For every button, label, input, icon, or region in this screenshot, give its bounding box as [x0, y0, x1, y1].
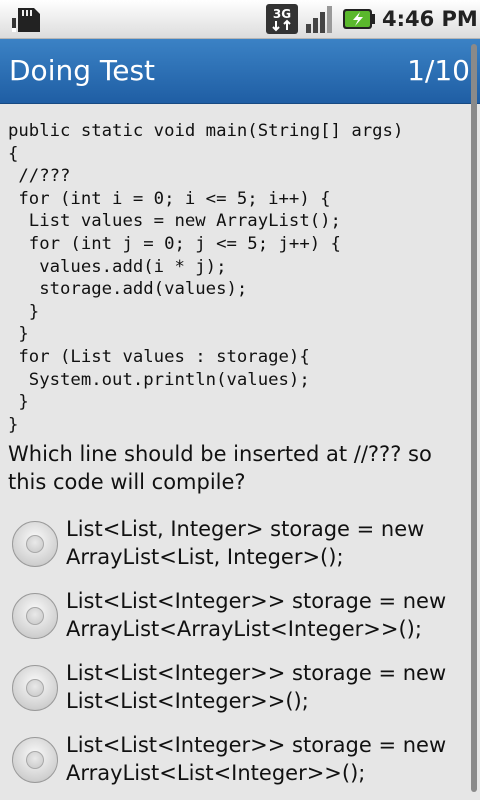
- battery-charging-icon: [343, 9, 375, 29]
- answer-label[interactable]: List<List<Integer>> storage = new ArrayL…: [66, 731, 462, 787]
- title-bar: Doing Test 1/10: [0, 39, 480, 104]
- answer-option-3[interactable]: List<List<Integer>> storage = new List<L…: [12, 661, 462, 727]
- radio-dot: [26, 535, 44, 553]
- answer-label[interactable]: List<List<Integer>> storage = new ArrayL…: [66, 587, 462, 643]
- answer-option-2[interactable]: List<List<Integer>> storage = new ArrayL…: [12, 589, 462, 655]
- radio-button-1[interactable]: [12, 521, 58, 567]
- radio-button-3[interactable]: [12, 665, 58, 711]
- status-bar: 3G 4:46 PM: [0, 0, 480, 39]
- answer-label[interactable]: List<List<Integer>> storage = new List<L…: [66, 659, 462, 715]
- radio-dot: [26, 679, 44, 697]
- page-title: Doing Test: [9, 54, 156, 87]
- radio-dot: [26, 751, 44, 769]
- signal-strength-icon: [306, 6, 332, 33]
- code-snippet: public static void main(String[] args) {…: [8, 121, 404, 435]
- status-clock: 4:46 PM: [382, 7, 478, 31]
- scrollbar[interactable]: [471, 44, 477, 792]
- answer-option-1[interactable]: List<List, Integer> storage = new ArrayL…: [12, 517, 462, 583]
- answer-option-4[interactable]: List<List<Integer>> storage = new ArrayL…: [12, 733, 462, 799]
- network-3g-icon: 3G: [266, 4, 298, 34]
- network-type-label: 3G: [273, 7, 291, 21]
- sd-card-icon: [12, 8, 40, 32]
- radio-button-2[interactable]: [12, 593, 58, 639]
- answer-label[interactable]: List<List, Integer> storage = new ArrayL…: [66, 515, 462, 571]
- question-content[interactable]: public static void main(String[] args) {…: [0, 104, 470, 800]
- radio-button-4[interactable]: [12, 737, 58, 783]
- radio-dot: [26, 607, 44, 625]
- question-text: Which line should be inserted at //??? s…: [8, 442, 432, 494]
- question-progress: 1/10: [407, 54, 470, 87]
